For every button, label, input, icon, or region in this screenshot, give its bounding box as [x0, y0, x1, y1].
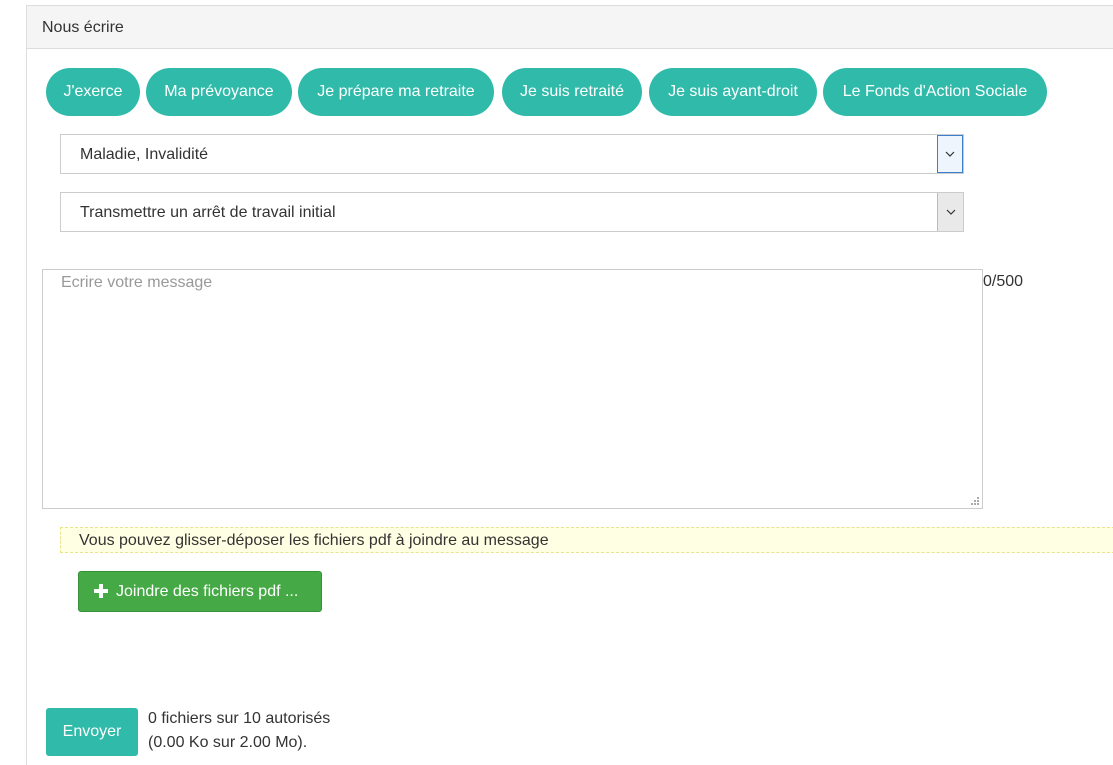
category-fonds-action-sociale-button[interactable]: Le Fonds d'Action Sociale	[823, 68, 1047, 116]
category-jexerce-button[interactable]: J'exerce	[46, 68, 140, 116]
attach-pdf-button[interactable]: Joindre des fichiers pdf ...	[78, 571, 322, 612]
file-size-text: (0.00 Ko sur 2.00 Mo).	[148, 734, 308, 751]
category-je-suis-ayant-droit-button[interactable]: Je suis ayant-droit	[649, 68, 817, 116]
chevron-down-icon[interactable]	[937, 135, 963, 173]
dropzone-text: Vous pouvez glisser-déposer les fichiers…	[79, 532, 549, 549]
category-je-suis-retraite-button[interactable]: Je suis retraité	[502, 68, 642, 116]
panel-heading: Nous écrire	[27, 6, 1113, 49]
chevron-down-icon[interactable]	[937, 193, 963, 231]
send-button[interactable]: Envoyer	[46, 708, 138, 756]
message-box	[42, 269, 983, 509]
topic-select[interactable]: Maladie, Invalidité	[60, 134, 964, 174]
attach-pdf-label: Joindre des fichiers pdf ...	[116, 583, 299, 600]
resize-grip-icon[interactable]	[969, 495, 979, 505]
plus-icon	[94, 584, 108, 598]
message-textarea[interactable]	[43, 270, 982, 508]
file-dropzone[interactable]: Vous pouvez glisser-déposer les fichiers…	[60, 527, 1113, 553]
file-info: 0 fichiers sur 10 autorisés (0.00 Ko sur…	[148, 707, 330, 755]
subject-select-value: Transmettre un arrêt de travail initial	[80, 204, 336, 221]
file-count-text: 0 fichiers sur 10 autorisés	[148, 710, 331, 727]
panel-title: Nous écrire	[42, 19, 124, 36]
subject-select[interactable]: Transmettre un arrêt de travail initial	[60, 192, 964, 232]
category-je-prepare-ma-retraite-button[interactable]: Je prépare ma retraite	[298, 68, 494, 116]
topic-select-value: Maladie, Invalidité	[80, 146, 209, 163]
character-counter: 0/500	[983, 273, 1024, 290]
category-ma-prevoyance-button[interactable]: Ma prévoyance	[146, 68, 292, 116]
